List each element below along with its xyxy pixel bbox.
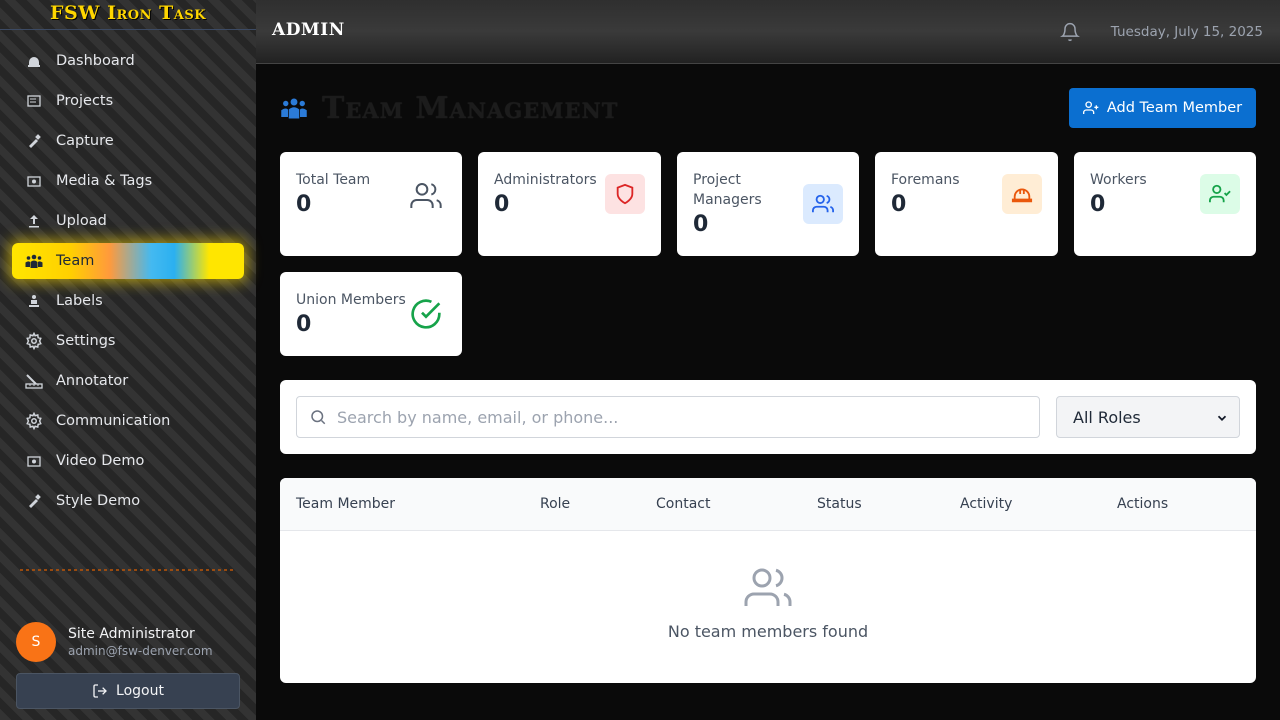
upload-icon <box>24 211 44 231</box>
sidebar-item-projects[interactable]: Projects <box>12 83 244 119</box>
team-icon <box>280 96 308 120</box>
empty-state: No team members found <box>280 564 1256 641</box>
gear-icon <box>24 331 44 351</box>
user-plus-icon <box>1082 101 1099 114</box>
avatar: S <box>16 622 56 662</box>
stat-card-project-managers: Project Managers 0 <box>677 152 859 256</box>
sidebar-item-video-demo[interactable]: Video Demo <box>12 443 244 479</box>
media-icon <box>24 171 44 191</box>
capture-icon <box>24 131 44 151</box>
stat-label: Project Managers <box>693 172 762 208</box>
sidebar-item-label: Annotator <box>56 373 129 389</box>
gear-icon <box>24 411 44 431</box>
brand-logo: FSW Iron Task <box>0 0 256 30</box>
users-icon <box>406 176 446 216</box>
projects-icon <box>24 91 44 111</box>
sidebar-item-label: Video Demo <box>56 453 145 469</box>
sidebar-item-annotator[interactable]: Annotator <box>12 363 244 399</box>
labels-icon <box>24 291 44 311</box>
sidebar-item-label: Team <box>56 253 95 269</box>
sidebar-item-label: Capture <box>56 133 114 149</box>
annotator-icon <box>24 371 44 391</box>
user-profile: S Site Administrator admin@fsw-denver.co… <box>16 622 213 662</box>
header-title: ADMIN <box>272 20 345 40</box>
page-title: Team Management <box>322 90 619 126</box>
column-header-contact[interactable]: Contact <box>656 496 710 512</box>
column-header-role[interactable]: Role <box>540 496 570 512</box>
sidebar-item-label: Settings <box>56 333 116 349</box>
sidebar-item-label: Communication <box>56 413 171 429</box>
sidebar-item-settings[interactable]: Settings <box>12 323 244 359</box>
stat-card-administrators: Administrators 0 <box>478 152 661 256</box>
video-icon <box>24 451 44 471</box>
chevron-down-icon <box>1217 415 1227 421</box>
empty-state-text: No team members found <box>667 622 869 641</box>
sidebar-item-capture[interactable]: Capture <box>12 123 244 159</box>
sidebar-item-style-demo[interactable]: Style Demo <box>12 483 244 519</box>
sidebar-divider <box>20 569 236 571</box>
role-filter-select[interactable]: All Roles <box>1056 396 1240 438</box>
stat-card-union-members: Union Members 0 <box>280 272 462 356</box>
sidebar-item-media-tags[interactable]: Media & Tags <box>12 163 244 199</box>
user-check-icon <box>1200 174 1240 214</box>
table-header: Team Member Role Contact Status Activity… <box>280 478 1256 531</box>
sidebar: FSW Iron Task Dashboard Projects Capture… <box>0 0 256 720</box>
check-circle-icon <box>406 294 446 334</box>
sidebar-item-label: Style Demo <box>56 493 141 509</box>
user-name: Site Administrator <box>68 626 195 642</box>
sidebar-nav: Dashboard Projects Capture Media & Tags … <box>12 43 244 523</box>
team-icon <box>24 251 44 271</box>
sidebar-item-label: Media & Tags <box>56 173 153 189</box>
style-icon <box>24 491 44 511</box>
stat-card-total-team: Total Team 0 <box>280 152 462 256</box>
current-date: Tuesday, July 15, 2025 <box>1110 24 1263 40</box>
column-header-actions: Actions <box>1117 496 1169 512</box>
dashboard-icon <box>24 51 44 71</box>
sidebar-item-upload[interactable]: Upload <box>12 203 244 239</box>
sidebar-item-team[interactable]: Team <box>12 243 244 279</box>
column-header-activity[interactable]: Activity <box>960 496 1012 512</box>
logout-icon <box>93 684 107 698</box>
hard-hat-icon <box>1002 174 1042 214</box>
sidebar-item-label: Upload <box>56 213 107 229</box>
bell-icon[interactable] <box>1060 22 1080 46</box>
add-team-member-label: Add Team Member <box>1106 100 1243 116</box>
users-icon <box>803 184 843 224</box>
column-header-status[interactable]: Status <box>817 496 862 512</box>
team-table: Team Member Role Contact Status Activity… <box>280 478 1256 683</box>
users-icon <box>280 564 1256 612</box>
role-filter-value: All Roles <box>1073 407 1141 427</box>
sidebar-item-label: Projects <box>56 93 114 109</box>
search-field[interactable] <box>296 396 1040 438</box>
sidebar-item-dashboard[interactable]: Dashboard <box>12 43 244 79</box>
sidebar-item-communication[interactable]: Communication <box>12 403 244 439</box>
sidebar-item-label: Labels <box>56 293 103 309</box>
sidebar-item-labels[interactable]: Labels <box>12 283 244 319</box>
top-bar: ADMIN Tuesday, July 15, 2025 <box>256 0 1280 64</box>
search-filter-bar: All Roles <box>280 380 1256 454</box>
logout-button[interactable]: Logout <box>16 673 240 709</box>
stat-card-foremans: Foremans 0 <box>875 152 1058 256</box>
column-header-team-member[interactable]: Team Member <box>296 496 395 512</box>
logout-label: Logout <box>116 683 164 699</box>
add-team-member-button[interactable]: Add Team Member <box>1069 88 1256 128</box>
search-icon <box>311 410 326 425</box>
page-header: Team Management <box>280 88 618 128</box>
sidebar-item-label: Dashboard <box>56 53 135 69</box>
search-input[interactable] <box>337 407 1017 427</box>
shield-icon <box>605 174 645 214</box>
stat-card-workers: Workers 0 <box>1074 152 1256 256</box>
user-email: admin@fsw-denver.com <box>68 644 213 658</box>
